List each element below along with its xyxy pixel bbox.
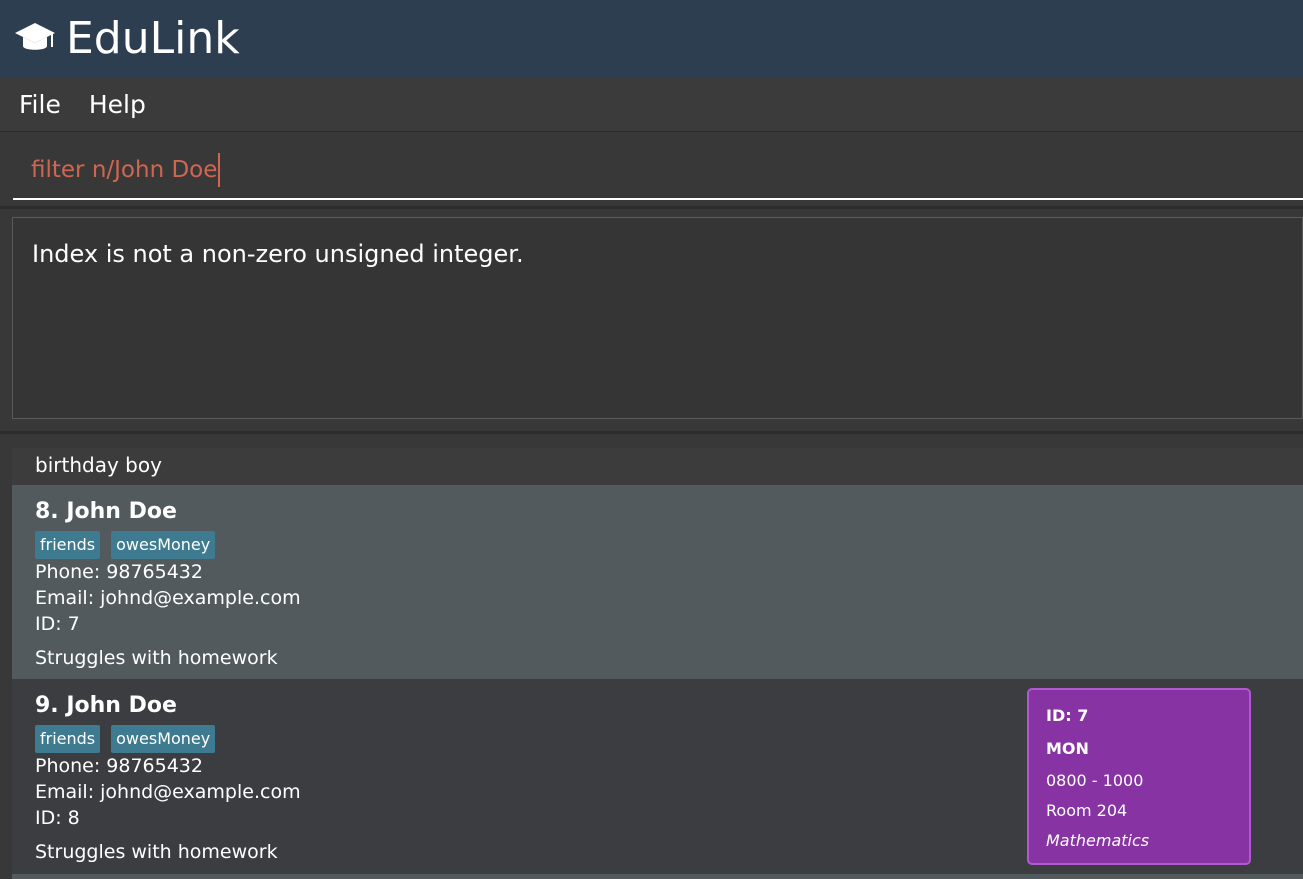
command-input[interactable]: filter n/John Doe: [13, 142, 1303, 200]
email-value: johnd@example.com: [100, 587, 301, 609]
result-display-container: Index is not a non-zero unsigned integer…: [0, 209, 1303, 434]
person-name: 8. John Doe: [35, 499, 177, 524]
tag-badge: owesMoney: [111, 725, 216, 753]
email-value: johnd@example.com: [100, 781, 301, 803]
id-field: ID: 7: [35, 611, 1303, 637]
result-message: Index is not a non-zero unsigned integer…: [32, 240, 524, 268]
phone-value: 98765432: [106, 561, 203, 583]
result-display[interactable]: Index is not a non-zero unsigned integer…: [12, 217, 1303, 419]
command-input-text: filter n/John Doe: [31, 157, 218, 183]
graduation-cap-icon: [14, 18, 56, 60]
phone-label: Phone:: [35, 755, 101, 777]
id-value: 8: [67, 807, 80, 829]
id-label: ID:: [35, 613, 62, 635]
menu-bar: File Help: [0, 77, 1303, 132]
app-title: EduLink: [66, 13, 240, 64]
email-label: Email:: [35, 587, 95, 609]
lesson-time: 0800 - 1000: [1046, 771, 1144, 790]
tag-list: friends owesMoney: [35, 531, 1303, 559]
email-field: Email: johnd@example.com: [35, 585, 1303, 611]
lesson-id: ID: 7: [1046, 706, 1089, 725]
lesson-day: MON: [1046, 739, 1089, 758]
person-remark: Struggles with homework: [35, 647, 278, 669]
id-value: 7: [67, 613, 80, 635]
phone-field: Phone: 98765432: [35, 559, 1303, 585]
tag-badge: friends: [35, 725, 101, 753]
tag-badge: owesMoney: [111, 531, 216, 559]
lesson-card[interactable]: ID: 7 MON 0800 - 1000 Room 204 Mathemati…: [1027, 688, 1251, 865]
next-card-edge: [12, 874, 1303, 879]
menu-help[interactable]: Help: [89, 90, 146, 119]
email-label: Email:: [35, 781, 95, 803]
lesson-room: Room 204: [1046, 801, 1128, 820]
title-bar: EduLink: [0, 0, 1303, 77]
command-box: filter n/John Doe: [0, 132, 1303, 209]
text-caret: [218, 153, 221, 187]
phone-value: 98765432: [106, 755, 203, 777]
tag-badge: friends: [35, 531, 101, 559]
list-item-remark[interactable]: birthday boy: [12, 448, 1303, 485]
phone-label: Phone:: [35, 561, 101, 583]
id-label: ID:: [35, 807, 62, 829]
person-card[interactable]: 8. John Doe friends owesMoney Phone: 9876…: [12, 485, 1303, 679]
lesson-subject: Mathematics: [1046, 831, 1150, 850]
menu-file[interactable]: File: [19, 90, 61, 119]
